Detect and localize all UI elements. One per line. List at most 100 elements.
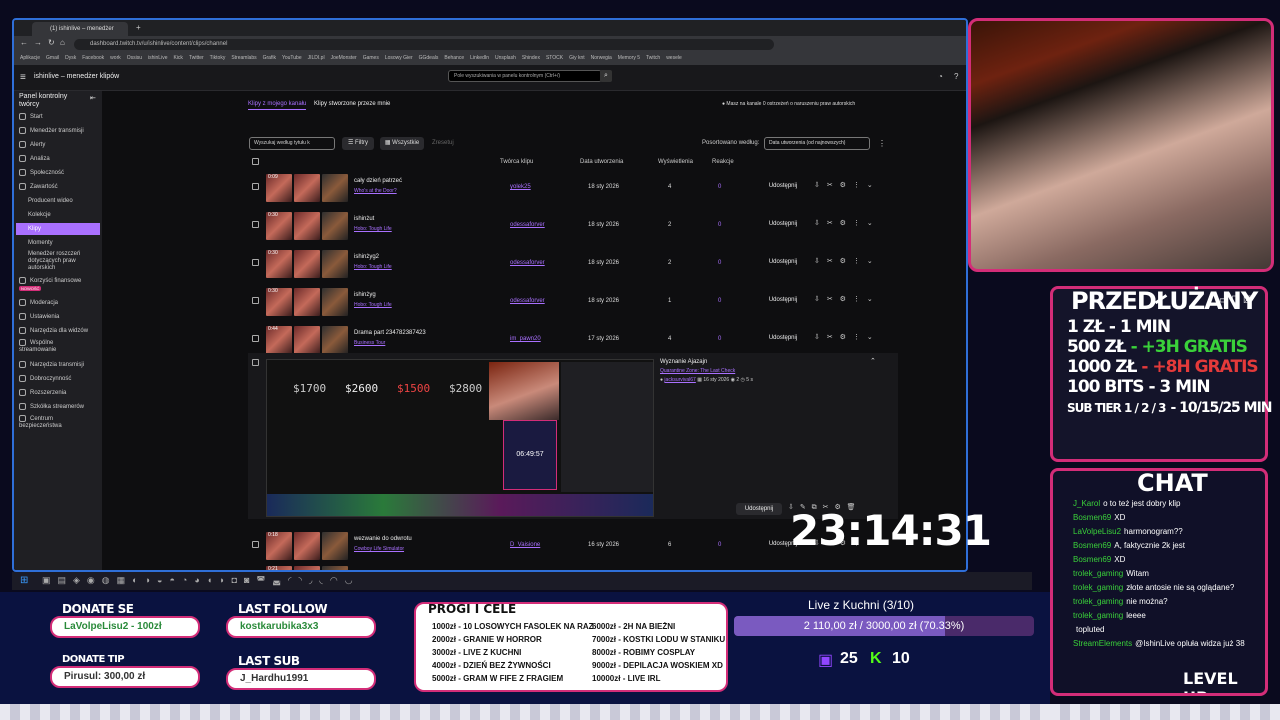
clip-preview-video[interactable]: $1700 $2600 $1500 $2800 06:49:57 — [266, 359, 654, 517]
collapse-row-icon[interactable]: ⌃ — [870, 357, 876, 365]
chevron-down-icon[interactable]: ⌄ — [867, 220, 873, 227]
share-button[interactable]: Udostępnij — [760, 256, 806, 268]
bookmark-item[interactable]: Unsplash — [495, 52, 516, 65]
bookmark-item[interactable]: Gmail — [46, 52, 59, 65]
reload-icon[interactable]: ↻ — [48, 38, 55, 47]
clip-game-link[interactable]: Who's at the Door? — [354, 188, 397, 194]
clip-thumbnail[interactable] — [322, 326, 348, 354]
settings-icon[interactable]: ⚙ — [840, 334, 846, 341]
sidebar-subitem[interactable]: Kolekcje — [28, 209, 51, 221]
row-checkbox[interactable] — [252, 297, 259, 304]
sidebar-item[interactable]: Społeczność — [19, 167, 64, 179]
clip-thumbnail[interactable] — [322, 288, 348, 316]
start-icon[interactable]: ⊞ — [20, 575, 28, 586]
sidebar-item[interactable]: Centrum bezpieczeństwa — [19, 415, 89, 431]
forward-icon[interactable]: → — [34, 38, 42, 47]
clip-creator-link[interactable]: im_pawn20 — [510, 336, 541, 342]
bookmark-item[interactable]: Ossisu — [127, 52, 142, 65]
bookmark-item[interactable]: JILDI.pl — [308, 52, 325, 65]
bookmark-item[interactable]: LinkedIn — [470, 52, 489, 65]
sidebar-item[interactable]: Menedżer transmisji — [19, 125, 84, 137]
sidebar-item[interactable]: Narzędzia dla widzów — [19, 325, 88, 337]
clip-thumbnail[interactable] — [294, 326, 320, 354]
bookmark-item[interactable]: Norwegia — [591, 52, 612, 65]
table-row[interactable]: 0:30 ishinżyg2 Hobo: Tough Life odessaforve… — [248, 247, 898, 281]
table-row[interactable]: 0:21Wódka z coląUdostępnij⇩ ✂ ⚙ ⋮ ⌄ — [248, 563, 898, 570]
scissors-icon[interactable]: ✂ — [827, 182, 833, 189]
column-reactions[interactable]: Reakcje — [712, 159, 734, 165]
share-button[interactable]: Udostępnij — [760, 294, 806, 306]
settings-icon[interactable]: ⚙ — [840, 182, 846, 189]
more-icon[interactable]: ⋮ — [853, 296, 860, 303]
clip-search-input[interactable]: Wyszukaj według tytułu k — [249, 137, 335, 150]
more-icon[interactable]: ⋮ — [853, 220, 860, 227]
url-input[interactable]: dashboard.twitch.tv/u/ishinlive/content/… — [74, 39, 774, 50]
collapse-icon[interactable]: ⇤ — [90, 94, 96, 102]
clip-game-link[interactable]: Hobo: Tough Life — [354, 302, 392, 308]
new-tab-icon[interactable]: + — [136, 23, 141, 32]
chevron-down-icon[interactable]: ⌄ — [867, 182, 873, 189]
sidebar-item[interactable]: Rozszerzenia — [19, 387, 66, 399]
clip-creator-link[interactable]: odessaforver — [510, 260, 545, 266]
browser-tab[interactable]: (1) ishinlive – menedżer klipów — [32, 22, 128, 46]
clip-game-link[interactable]: Business Tour — [354, 340, 385, 346]
more-icon[interactable]: ⋮ — [853, 334, 860, 341]
more-icon[interactable]: ⋮ — [853, 258, 860, 265]
clip-creator-link[interactable]: D_Vaisione — [510, 542, 540, 548]
bookmark-item[interactable]: ishinLive — [148, 52, 167, 65]
sidebar-subitem[interactable]: Producent wideo — [28, 195, 73, 207]
clip-creator-link[interactable]: jacksurvival67 — [664, 377, 695, 383]
chevron-down-icon[interactable]: ⌄ — [867, 258, 873, 265]
download-icon[interactable]: ⇩ — [814, 258, 820, 265]
sidebar-item[interactable]: Ustawienia — [19, 311, 59, 323]
search-icon[interactable]: ⌕ — [600, 70, 612, 82]
download-icon[interactable]: ⇩ — [814, 182, 820, 189]
sidebar-item[interactable]: Moderacja — [19, 297, 58, 309]
download-icon[interactable]: ⇩ — [814, 296, 820, 303]
more-options-icon[interactable]: ⋮ — [878, 139, 886, 148]
sort-select[interactable]: Data utworzenia (od najnowszych) — [764, 137, 870, 150]
home-icon[interactable]: ⌂ — [60, 38, 65, 47]
bookmark-item[interactable]: Twitter — [189, 52, 204, 65]
scissors-icon[interactable]: ✂ — [827, 258, 833, 265]
sidebar-subitem[interactable]: Menedżer roszczeń dotyczących praw autor… — [28, 251, 98, 273]
clip-thumbnail[interactable] — [322, 532, 348, 560]
table-row[interactable]: 0:30 ishinżut Hobo: Tough Life odessaforver… — [248, 209, 898, 243]
clip-game-link[interactable]: Cowboy Life Simulator — [354, 546, 404, 552]
copyright-notice[interactable]: ● Masz na kanale 0 ostrzeżeń o naruszeni… — [722, 101, 855, 107]
bookmark-item[interactable]: Dysk — [65, 52, 76, 65]
download-icon[interactable]: ⇩ — [814, 334, 820, 341]
sidebar-item[interactable]: Korzyści finansowe NOWOŚĆ — [19, 277, 89, 293]
bookmark-item[interactable]: Games — [363, 52, 379, 65]
column-views[interactable]: Wyświetlenia — [658, 159, 693, 165]
sidebar-item[interactable]: Szkółka streamerów — [19, 401, 84, 413]
sidebar-subitem[interactable]: Momenty — [28, 237, 53, 249]
scissors-icon[interactable]: ✂ — [827, 334, 833, 341]
sidebar-item[interactable]: Analiza — [19, 153, 50, 165]
chevron-down-icon[interactable]: ⌄ — [867, 334, 873, 341]
download-icon[interactable]: ⇩ — [814, 220, 820, 227]
bookmark-item[interactable]: Memory 5 — [618, 52, 640, 65]
sidebar-item[interactable]: Start — [19, 111, 43, 123]
row-checkbox[interactable] — [252, 183, 259, 190]
bookmark-item[interactable]: Tiktoky — [210, 52, 226, 65]
help-icon[interactable]: ? — [954, 72, 958, 81]
row-checkbox[interactable] — [252, 259, 259, 266]
bookmark-item[interactable]: wesele — [666, 52, 682, 65]
bookmark-item[interactable]: JoeMonster — [331, 52, 357, 65]
sidebar-item[interactable]: Alerty — [19, 139, 45, 151]
clip-game-link[interactable]: Quarantine Zone: The Last Check — [660, 368, 735, 374]
share-button[interactable]: Udostępnij — [736, 503, 782, 515]
bookmark-item[interactable]: Behance — [444, 52, 464, 65]
clip-thumbnail[interactable] — [322, 212, 348, 240]
share-button[interactable]: Udostępnij — [760, 218, 806, 230]
bookmark-item[interactable]: Aplikacje — [20, 52, 40, 65]
clip-creator-link[interactable]: odessaforver — [510, 222, 545, 228]
bookmark-item[interactable]: Kick — [173, 52, 182, 65]
tab-my-channel-clips[interactable]: Klipy z mojego kanału — [248, 101, 307, 110]
settings-icon[interactable]: ⚙ — [840, 296, 846, 303]
reset-button[interactable]: Zresetuj — [432, 140, 454, 146]
sidebar-item[interactable]: Dobroczynność — [19, 373, 71, 385]
bookmark-item[interactable]: Streamlabs — [231, 52, 256, 65]
table-row[interactable]: 0:09 cały dzień patrzeć Who's at the Door?… — [248, 171, 898, 205]
